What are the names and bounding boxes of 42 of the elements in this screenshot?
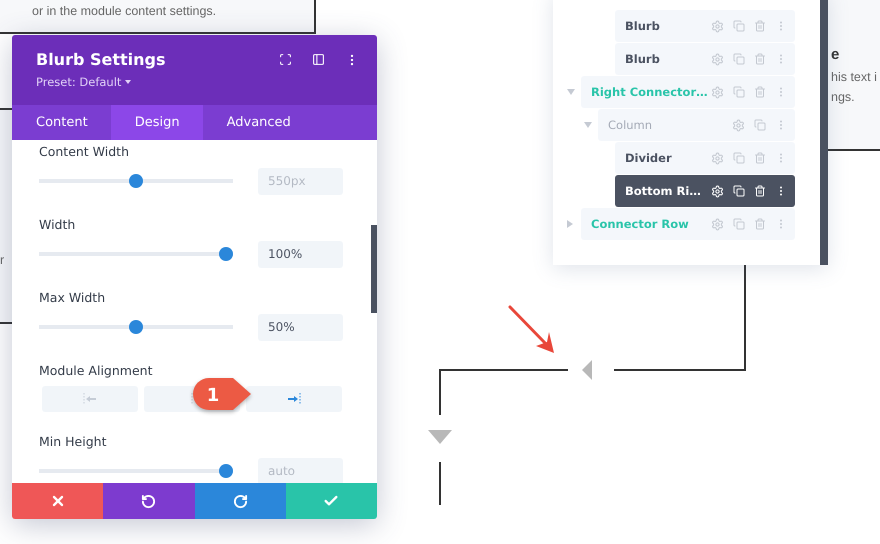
field-label: Min Height xyxy=(39,434,108,450)
trash-icon[interactable] xyxy=(754,185,766,197)
connector-line xyxy=(439,462,441,505)
card-heading: e xyxy=(831,46,840,64)
value-input[interactable]: 50% xyxy=(258,314,343,340)
preset-dropdown[interactable]: Preset: Default xyxy=(36,74,166,90)
card-text: r xyxy=(0,253,4,267)
slider-thumb[interactable] xyxy=(129,320,143,334)
fullscreen-icon[interactable] xyxy=(279,53,292,66)
tab[interactable]: Advanced xyxy=(202,105,314,140)
layer-item[interactable]: Bottom Ri… xyxy=(615,175,795,207)
redo-button[interactable] xyxy=(194,483,286,519)
scrollbar-thumb[interactable] xyxy=(371,225,377,313)
panel-icon[interactable] xyxy=(312,53,325,66)
field-label: Max Width xyxy=(39,290,106,306)
slider-thumb[interactable] xyxy=(219,464,233,478)
tab[interactable]: Design xyxy=(110,105,203,140)
expand-caret-icon[interactable] xyxy=(584,122,592,128)
expand-caret-icon[interactable] xyxy=(567,89,575,95)
card-text: his text i xyxy=(831,70,878,84)
card-text: or in the module content settings. xyxy=(32,4,216,18)
card-text: ngs. xyxy=(831,90,856,104)
slider-thumb[interactable] xyxy=(219,247,233,261)
undo-button[interactable] xyxy=(103,483,194,519)
expand-caret-icon[interactable] xyxy=(567,220,573,228)
duplicate-icon[interactable] xyxy=(733,185,745,197)
left-triangle-icon[interactable] xyxy=(582,360,592,380)
field-label: Width xyxy=(39,217,76,233)
field-label: Content Width xyxy=(39,144,130,160)
value-input[interactable]: auto xyxy=(258,458,343,483)
step-tooltip: 1 xyxy=(193,378,251,410)
redo-icon xyxy=(232,494,248,508)
value-input[interactable]: 550px xyxy=(258,168,343,194)
undo-icon xyxy=(141,494,156,508)
field-label: Module Alignment xyxy=(39,363,154,379)
value-input[interactable]: 100% xyxy=(258,240,343,268)
slider-thumb[interactable] xyxy=(129,174,143,188)
alignment-button[interactable] xyxy=(246,386,342,412)
tab[interactable]: Content xyxy=(12,105,111,140)
down-triangle-icon[interactable] xyxy=(428,430,452,444)
modal-title: Blurb Settings xyxy=(36,50,166,70)
pointer-arrow xyxy=(508,306,554,353)
